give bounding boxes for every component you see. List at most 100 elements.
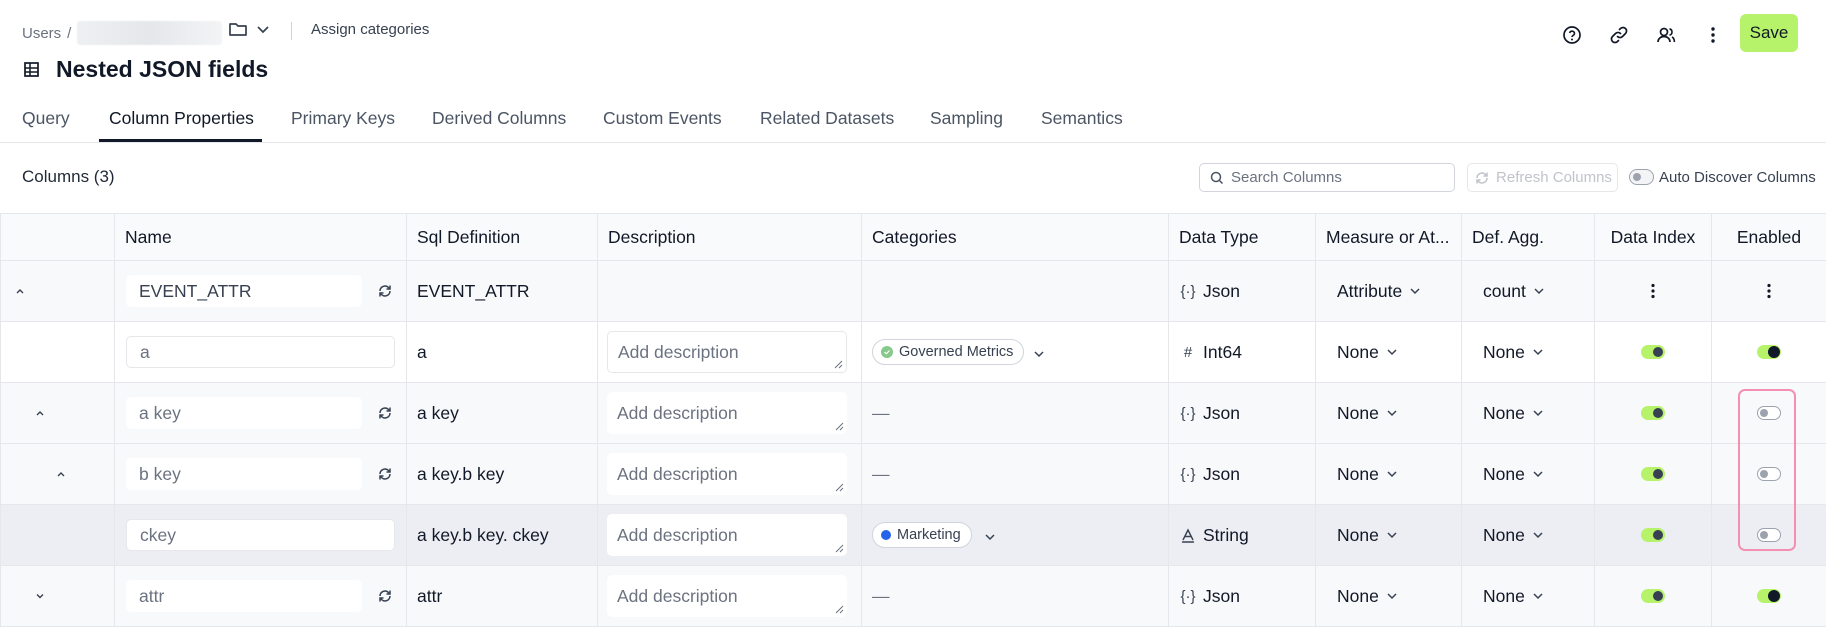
chevron-down-icon <box>1534 288 1544 295</box>
more-vertical-icon[interactable] <box>1759 281 1779 301</box>
header-enabled[interactable]: Enabled <box>1711 213 1826 261</box>
check-circle-icon <box>881 346 893 358</box>
aggregation-value: None <box>1483 402 1525 423</box>
enabled-toggle[interactable] <box>1757 589 1781 603</box>
resize-grip-icon[interactable] <box>835 544 844 553</box>
data-type-value: Int64 <box>1203 341 1242 362</box>
chevron-down-icon[interactable] <box>983 528 997 542</box>
header-sql-definition[interactable]: Sql Definition <box>406 213 598 261</box>
data-index-toggle[interactable] <box>1641 467 1665 481</box>
aggregation-dropdown[interactable]: None <box>1462 505 1594 565</box>
categories-cell <box>861 260 1169 322</box>
search-input[interactable]: Search Columns <box>1199 163 1455 192</box>
resize-grip-icon[interactable] <box>835 605 844 614</box>
aggregation-dropdown[interactable]: None <box>1462 566 1594 626</box>
breadcrumb-users[interactable]: Users <box>22 25 61 42</box>
name-input[interactable]: b key <box>126 458 362 490</box>
description-placeholder: Add description <box>618 341 739 362</box>
name-input[interactable]: ckey <box>126 519 395 551</box>
chevron-down-icon <box>1387 471 1397 478</box>
link-icon[interactable] <box>1605 21 1633 49</box>
measure-dropdown[interactable]: None <box>1316 383 1461 443</box>
measure-value: None <box>1337 585 1379 606</box>
category-tag[interactable]: Marketing <box>872 522 972 548</box>
name-value: a <box>140 341 150 362</box>
aggregation-dropdown[interactable]: None <box>1462 444 1594 504</box>
table-row: a key a key Add description — {·} Json No… <box>0 382 1826 444</box>
data-index-toggle[interactable] <box>1641 406 1665 420</box>
aggregation-dropdown[interactable]: None <box>1462 383 1594 443</box>
header-data-type[interactable]: Data Type <box>1168 213 1316 261</box>
enabled-toggle[interactable] <box>1757 528 1781 542</box>
refresh-columns-button[interactable]: Refresh Columns <box>1467 163 1618 192</box>
tab-primary-keys[interactable]: Primary Keys <box>291 108 395 129</box>
sync-icon[interactable] <box>376 404 394 422</box>
chevron-down-icon[interactable] <box>254 18 272 40</box>
measure-dropdown[interactable]: None <box>1316 566 1461 626</box>
enabled-toggle[interactable] <box>1757 406 1781 420</box>
measure-dropdown[interactable]: None <box>1316 322 1461 382</box>
data-index-toggle[interactable] <box>1641 528 1665 542</box>
chevron-down-icon <box>1387 532 1397 539</box>
aggregation-dropdown[interactable]: None <box>1462 322 1594 382</box>
more-vertical-icon[interactable] <box>1643 281 1663 301</box>
header-description[interactable]: Description <box>597 213 862 261</box>
assign-categories-link[interactable]: Assign categories <box>311 21 429 38</box>
name-input[interactable]: attr <box>126 580 362 612</box>
data-type: {·} Json <box>1169 383 1315 443</box>
description-input[interactable]: Add description <box>607 392 847 434</box>
header-data-index[interactable]: Data Index <box>1594 213 1712 261</box>
tab-column-properties[interactable]: Column Properties <box>109 108 254 129</box>
users-icon[interactable] <box>1652 21 1680 49</box>
category-label: Governed Metrics <box>899 344 1014 360</box>
enabled-toggle[interactable] <box>1757 467 1781 481</box>
tab-query[interactable]: Query <box>22 108 70 129</box>
header-default-aggregation[interactable]: Def. Agg. <box>1461 213 1595 261</box>
json-type-icon: {·} <box>1180 282 1196 300</box>
more-vertical-icon[interactable] <box>1699 21 1727 49</box>
chevron-down-icon[interactable] <box>32 588 48 604</box>
sync-icon[interactable] <box>376 587 394 605</box>
description-input[interactable]: Add description <box>607 331 847 373</box>
search-icon <box>1210 171 1224 184</box>
enabled-toggle[interactable] <box>1757 345 1781 359</box>
tab-sampling[interactable]: Sampling <box>930 108 1003 129</box>
category-tag[interactable]: Governed Metrics <box>872 339 1025 365</box>
description-input[interactable]: Add description <box>607 575 847 617</box>
measure-dropdown[interactable]: None <box>1316 505 1461 565</box>
tab-custom-events[interactable]: Custom Events <box>603 108 722 129</box>
resize-grip-icon[interactable] <box>835 422 844 431</box>
resize-grip-icon[interactable] <box>835 483 844 492</box>
folder-icon[interactable] <box>227 18 249 40</box>
measure-dropdown[interactable]: None <box>1316 444 1461 504</box>
tab-related-datasets[interactable]: Related Datasets <box>760 108 894 129</box>
tab-semantics[interactable]: Semantics <box>1041 108 1123 129</box>
data-index-toggle[interactable] <box>1641 345 1665 359</box>
tab-derived-columns[interactable]: Derived Columns <box>432 108 566 129</box>
name-input[interactable]: EVENT_ATTR <box>126 275 362 307</box>
sync-icon[interactable] <box>376 465 394 483</box>
resize-grip-icon[interactable] <box>834 360 843 369</box>
header-name[interactable]: Name <box>114 213 407 261</box>
chevron-up-icon[interactable] <box>12 283 28 299</box>
header-measure-or-attribute[interactable]: Measure or At... <box>1315 213 1462 261</box>
name-input[interactable]: a <box>126 336 395 368</box>
save-button[interactable]: Save <box>1740 14 1798 52</box>
breadcrumb: Users / <box>22 21 223 45</box>
description-input[interactable]: Add description <box>607 453 847 495</box>
chevron-down-icon[interactable] <box>1032 345 1046 359</box>
sync-icon[interactable] <box>376 282 394 300</box>
help-icon[interactable] <box>1558 21 1586 49</box>
data-index-toggle[interactable] <box>1641 589 1665 603</box>
chevron-up-icon[interactable] <box>32 405 48 421</box>
header-categories[interactable]: Categories <box>861 213 1169 261</box>
auto-discover-toggle[interactable] <box>1629 169 1654 185</box>
category-empty: — <box>872 402 890 423</box>
description-input[interactable]: Add description <box>607 514 847 556</box>
aggregation-value: None <box>1483 341 1525 362</box>
name-input[interactable]: a key <box>126 397 362 429</box>
measure-dropdown[interactable]: Attribute <box>1316 261 1461 321</box>
aggregation-dropdown[interactable]: count <box>1462 261 1594 321</box>
tabs-divider <box>0 142 1826 143</box>
chevron-up-icon[interactable] <box>53 466 69 482</box>
